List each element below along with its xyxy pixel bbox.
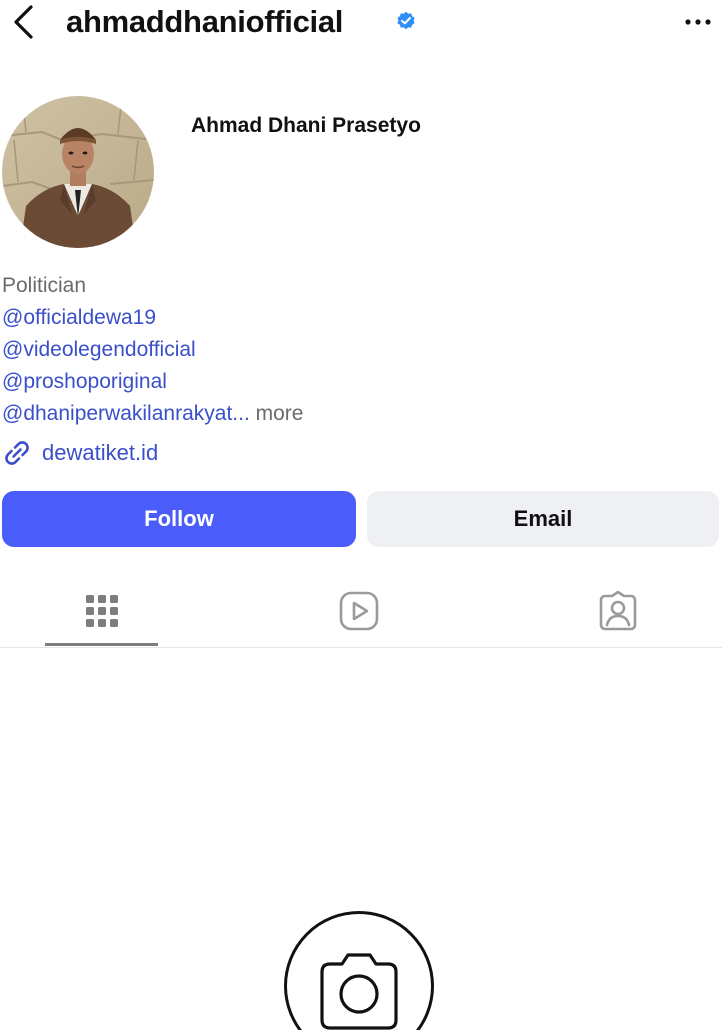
bio-mention-videolegendofficial[interactable]: @videolegendofficial <box>2 334 702 366</box>
link-icon <box>5 441 29 465</box>
avatar[interactable] <box>2 96 154 248</box>
website-link-text[interactable]: dewatiket.id <box>42 440 158 466</box>
tab-reels[interactable] <box>302 575 416 647</box>
camera-icon <box>320 953 398 1030</box>
bio-more-link[interactable]: more <box>256 402 304 425</box>
bio-mention-dhaniperwakilanrakyat[interactable]: @dhaniperwakilanrakyat... <box>2 402 250 425</box>
back-button[interactable] <box>6 2 40 42</box>
follow-button[interactable]: Follow <box>2 491 356 547</box>
display-name: Ahmad Dhani Prasetyo <box>191 114 421 137</box>
chevron-left-icon <box>14 5 33 39</box>
tab-posts[interactable] <box>45 575 159 647</box>
more-horizontal-icon <box>685 19 711 25</box>
verified-badge-icon <box>397 11 415 30</box>
profile-bio: Politician @officialdewa19 @videolegendo… <box>2 270 702 430</box>
active-tab-indicator <box>45 643 158 646</box>
profile-page: ahmaddhaniofficial Ahmad Dhani Prasetyo … <box>0 0 722 1030</box>
profile-header: ahmaddhaniofficial <box>0 0 722 46</box>
bio-mention-officialdewa19[interactable]: @officialdewa19 <box>2 302 702 334</box>
bio-category: Politician <box>2 274 87 297</box>
tab-tagged[interactable] <box>561 575 675 647</box>
empty-posts-camera-circle <box>284 911 434 1030</box>
email-button[interactable]: Email <box>367 491 719 547</box>
reels-icon <box>339 591 379 631</box>
tagged-person-icon <box>599 591 637 631</box>
profile-photo <box>2 96 154 248</box>
bio-mention-proshoporiginal[interactable]: @proshoporiginal <box>2 366 702 398</box>
more-options-button[interactable] <box>682 8 714 36</box>
profile-username: ahmaddhaniofficial <box>66 4 344 39</box>
profile-tabs <box>0 575 722 648</box>
profile-website-link[interactable]: dewatiket.id <box>2 436 158 470</box>
grid-icon <box>86 595 118 627</box>
